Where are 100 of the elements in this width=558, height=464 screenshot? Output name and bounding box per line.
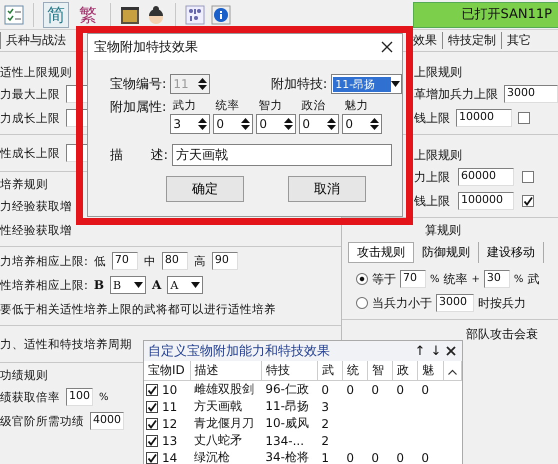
- table-cell-text: 0: [370, 450, 380, 464]
- column-header[interactable]: 智: [367, 361, 392, 380]
- dropdown[interactable]: 11-昂扬: [331, 74, 402, 94]
- window-title: 宝物附加特技效果: [94, 39, 198, 56]
- checkbox[interactable]: [146, 434, 158, 446]
- info-icon[interactable]: [211, 4, 231, 24]
- spin-arrows-icon[interactable]: [284, 118, 294, 130]
- spin-arrows-icon[interactable]: [370, 118, 380, 130]
- tab[interactable]: 效果: [407, 32, 442, 49]
- input-field[interactable]: 3000: [436, 294, 474, 312]
- checkbox[interactable]: [522, 171, 534, 183]
- checkbox[interactable]: [518, 112, 530, 124]
- table-cell: 0: [417, 380, 444, 398]
- input-field[interactable]: 方天画戟: [172, 144, 392, 166]
- form-label: 时按兵力: [478, 294, 526, 312]
- tab[interactable]: 其它: [501, 32, 536, 49]
- move-button[interactable]: ↑: [412, 344, 428, 358]
- form-label: 低: [94, 254, 106, 268]
- person-icon[interactable]: [146, 4, 166, 24]
- input-field[interactable]: 100000: [458, 192, 514, 210]
- dropdown[interactable]: A: [167, 276, 204, 294]
- tab[interactable]: 攻击规则: [348, 242, 414, 263]
- form-label: 等于: [372, 270, 396, 288]
- script-button[interactable]: 简: [43, 2, 69, 28]
- calendar-icon[interactable]: [120, 4, 140, 24]
- column-header[interactable]: 描述: [190, 361, 262, 380]
- input-field[interactable]: 90: [212, 252, 238, 270]
- checklist-icon[interactable]: [4, 4, 24, 24]
- form-label: 述:: [150, 147, 168, 164]
- input-field[interactable]: 100: [66, 388, 93, 406]
- panel-title: 自定义宝物附加能力和特技效果: [148, 343, 331, 360]
- column-header[interactable]: 宝物ID: [144, 361, 190, 380]
- table-cell-text: 0: [420, 450, 430, 464]
- table-cell-text: 3: [320, 398, 330, 415]
- checkbox[interactable]: [146, 400, 158, 412]
- checkbox[interactable]: [146, 384, 158, 396]
- spin-arrows-icon[interactable]: [198, 78, 207, 90]
- input-field[interactable]: 60000: [458, 168, 514, 186]
- table-cell-text: 10-威风: [264, 415, 310, 432]
- dropdown[interactable]: B: [110, 276, 146, 294]
- script-button[interactable]: 繁: [75, 2, 101, 28]
- table-cell: 13: [162, 434, 178, 448]
- form-label: 当兵力小于: [372, 294, 432, 312]
- spin-arrows-icon[interactable]: [327, 118, 336, 130]
- tab[interactable]: 建设移动: [479, 242, 544, 263]
- form-label: 武力: [171, 98, 198, 113]
- column-header[interactable]: 武: [317, 361, 342, 380]
- table-cell-text: 0: [395, 450, 405, 464]
- dialog-button[interactable]: 确定: [166, 176, 244, 202]
- form-label: 附加特技:: [270, 76, 328, 93]
- tab[interactable]: 特技定制: [442, 32, 501, 49]
- spin-field[interactable]: 0: [299, 114, 340, 134]
- input-field[interactable]: 80: [162, 252, 188, 270]
- unit-label: %: [430, 274, 440, 284]
- form-label: 中: [144, 254, 156, 268]
- form-label: 宝物编号:: [110, 76, 166, 93]
- move-button[interactable]: ↓: [428, 344, 444, 358]
- input-field[interactable]: 4000: [90, 412, 124, 430]
- input-field[interactable]: 70: [400, 270, 426, 288]
- form-label: 级官阶所需功绩: [0, 414, 84, 428]
- radio-button[interactable]: [356, 273, 368, 285]
- close-button[interactable]: [380, 40, 394, 54]
- form-label: 钱上限: [414, 110, 450, 126]
- column-header[interactable]: 政: [392, 361, 418, 380]
- column-header[interactable]: 魅: [417, 361, 444, 380]
- spin-field[interactable]: 0: [213, 114, 254, 134]
- form-label: 高: [194, 254, 206, 268]
- table-cell: 11: [162, 400, 178, 414]
- form-label: 力、适性和特技培养周期: [0, 336, 132, 352]
- caret-icon: [134, 282, 144, 288]
- table-cell: 0: [392, 380, 418, 398]
- dialog-button[interactable]: 取消: [288, 176, 366, 202]
- spin-arrows-icon[interactable]: [198, 118, 208, 130]
- close-button[interactable]: [444, 344, 458, 358]
- spin-field[interactable]: 0: [256, 114, 296, 134]
- spin-arrows-icon[interactable]: [241, 118, 250, 130]
- column-header[interactable]: 特技: [261, 361, 318, 380]
- input-field[interactable]: 10000: [456, 109, 512, 127]
- input-field[interactable]: 30: [484, 270, 510, 288]
- form-label: 统率: [444, 270, 468, 288]
- form-label: 武: [527, 270, 540, 288]
- form-label: 部队攻击会衰: [466, 326, 538, 342]
- binary-icon[interactable]: [185, 4, 205, 24]
- radio-button[interactable]: [356, 297, 368, 309]
- form-label: 要低于相关适性培养上限的武将都可以进行适性培养: [0, 302, 276, 316]
- spin-field[interactable]: 0: [342, 114, 382, 134]
- tab[interactable]: 兵种与战法: [0, 32, 71, 49]
- spin-field[interactable]: 3: [170, 114, 210, 134]
- table-cell: 14: [162, 450, 178, 464]
- input-field[interactable]: 70: [112, 252, 138, 270]
- scroll-up-icon[interactable]: [448, 368, 457, 374]
- table-cell: 10: [162, 382, 178, 396]
- tab[interactable]: 防御规则: [414, 242, 479, 263]
- form-label: 力最大上限: [0, 86, 60, 102]
- column-header[interactable]: 统: [342, 361, 368, 380]
- checkbox[interactable]: [146, 418, 158, 430]
- checkbox[interactable]: [522, 195, 534, 207]
- unit-label: %: [514, 274, 524, 284]
- checkbox[interactable]: [146, 452, 158, 464]
- input-field[interactable]: 3000: [504, 85, 558, 103]
